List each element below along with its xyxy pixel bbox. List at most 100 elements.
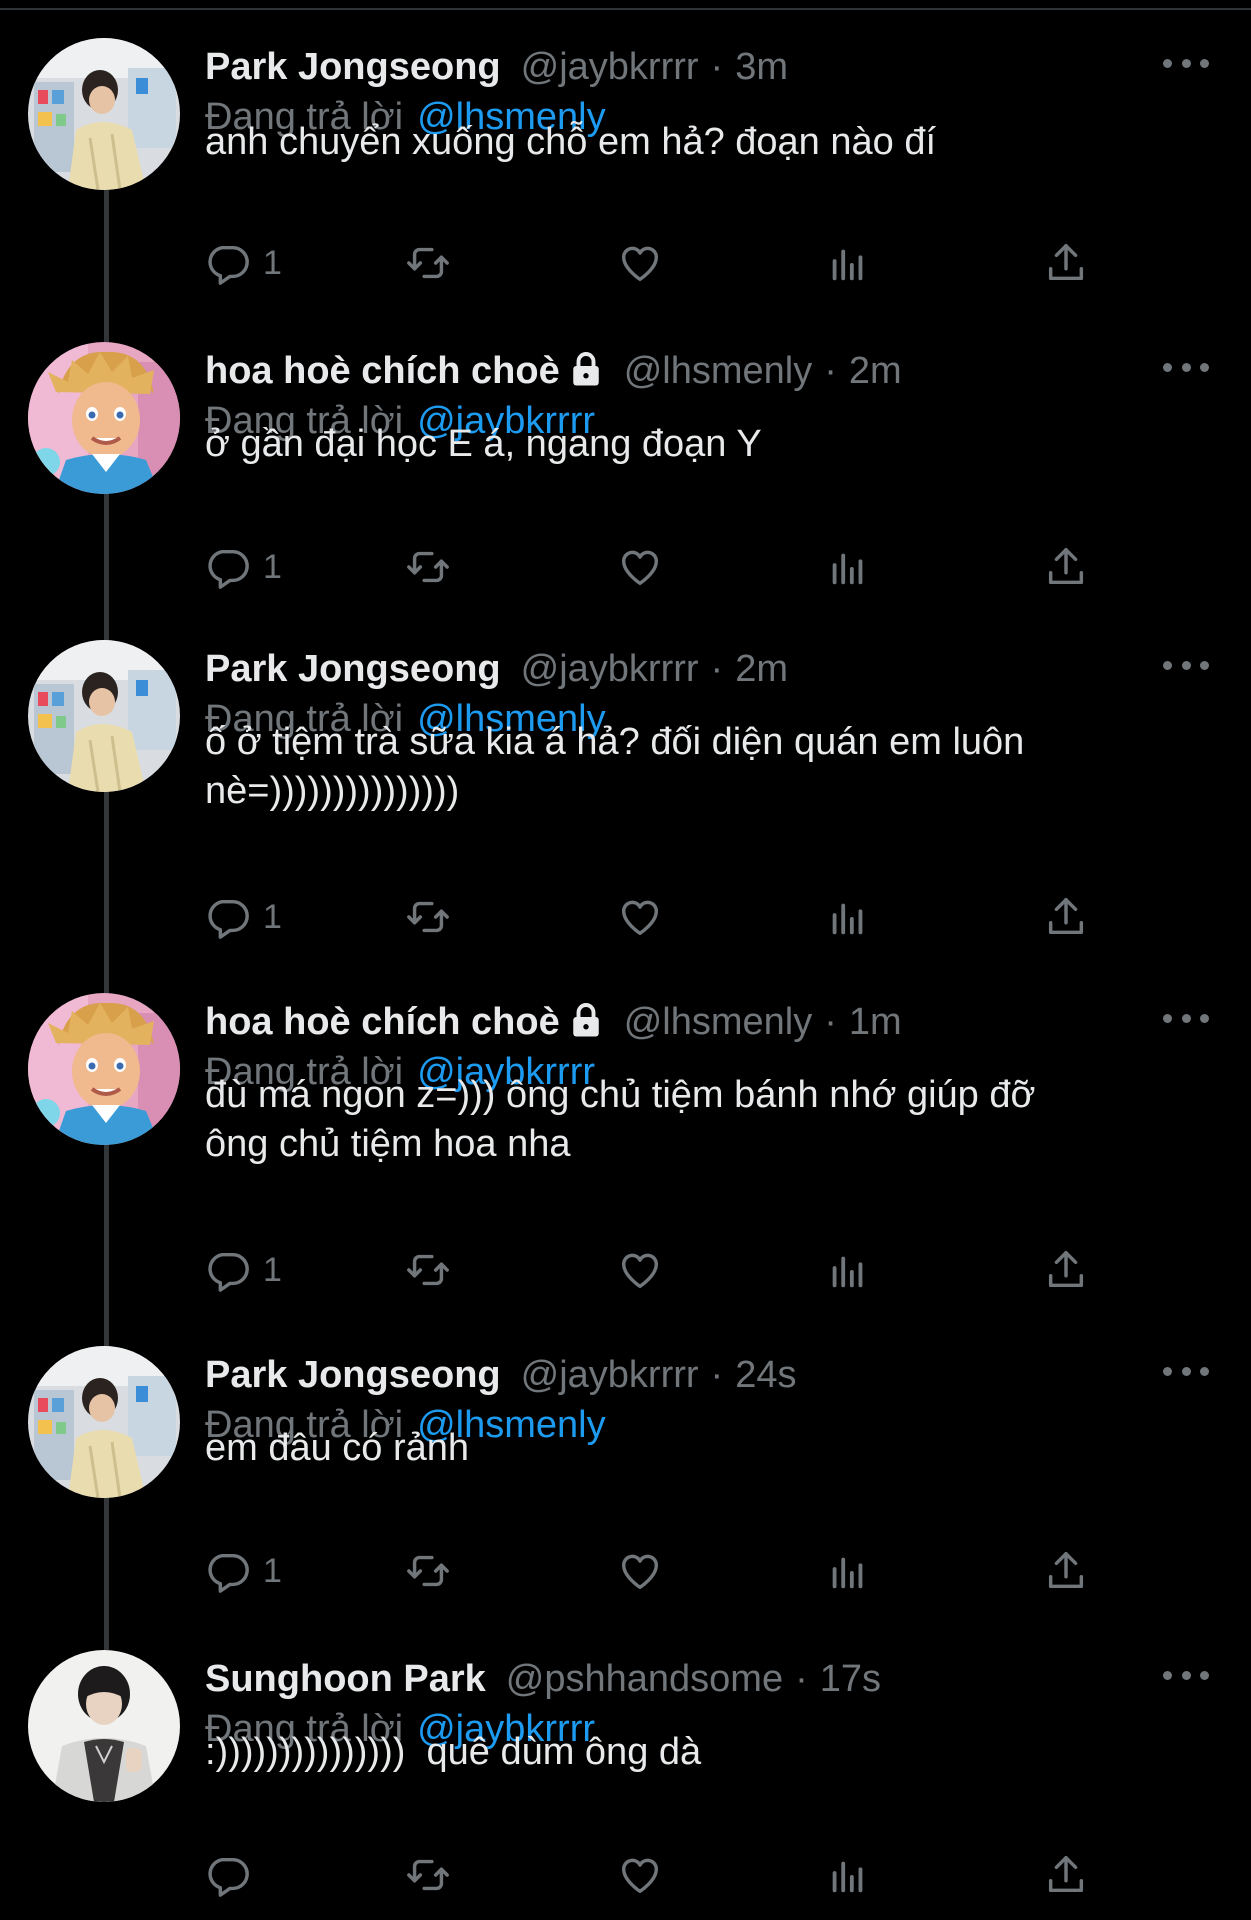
- views-icon: [825, 544, 871, 590]
- tweet-text-line: ố ở tiệm trà sữa kia á hả? đối diện quán…: [205, 721, 1025, 763]
- share-button[interactable]: [1043, 1243, 1089, 1297]
- like-button[interactable]: [617, 1848, 663, 1902]
- like-icon: [617, 1548, 663, 1594]
- separator-dot: ·: [710, 648, 724, 690]
- reply-button[interactable]: 1: [205, 236, 282, 290]
- like-icon: [617, 240, 663, 286]
- timestamp[interactable]: 24s: [735, 1350, 796, 1400]
- tweet-text: anh chuyển xuống chỗ em hả? đoạn nào đí: [205, 118, 1185, 167]
- user-handle[interactable]: @lhsmenly: [624, 346, 813, 396]
- reply-icon: [205, 1247, 251, 1293]
- tweet-header: hoa hoè chích choè @lhsmenly · 2m: [205, 346, 902, 396]
- tweet-text-line: đù má ngon z=))) ông chủ tiệm bánh nhớ g…: [205, 1074, 1036, 1116]
- timestamp[interactable]: 17s: [820, 1654, 881, 1704]
- like-button[interactable]: [617, 1544, 663, 1598]
- tweet-text-line: ông chủ tiệm hoa nha: [205, 1123, 571, 1165]
- tweet-text-line: anh chuyển xuống chỗ em hả? đoạn nào đí: [205, 121, 937, 163]
- like-button[interactable]: [617, 236, 663, 290]
- separator-dot: ·: [710, 1354, 724, 1396]
- share-icon: [1043, 1247, 1089, 1293]
- retweet-button[interactable]: [405, 890, 451, 944]
- views-button[interactable]: [825, 890, 871, 944]
- reply-button[interactable]: 1: [205, 540, 282, 594]
- avatar[interactable]: [28, 1650, 180, 1802]
- timestamp[interactable]: 2m: [849, 346, 902, 396]
- separator-dot: ·: [824, 350, 837, 392]
- more-options-icon[interactable]: [1163, 352, 1209, 382]
- display-name[interactable]: Park Jongseong: [205, 644, 501, 694]
- tweet-header: Park Jongseong @jaybkrrrr · 3m: [205, 42, 788, 92]
- retweet-button[interactable]: [405, 1544, 451, 1598]
- share-button[interactable]: [1043, 890, 1089, 944]
- avatar[interactable]: [28, 342, 180, 494]
- share-button[interactable]: [1043, 1544, 1089, 1598]
- reply-button[interactable]: 1: [205, 1243, 282, 1297]
- share-icon: [1043, 1548, 1089, 1594]
- reply-button[interactable]: 1: [205, 890, 282, 944]
- views-icon: [825, 1247, 871, 1293]
- user-handle[interactable]: @pshhandsome: [506, 1654, 783, 1704]
- tweet-text-line: ở gần đại học E á, ngang đoạn Y: [205, 423, 762, 465]
- tweet-text: đù má ngon z=))) ông chủ tiệm bánh nhớ g…: [205, 1071, 1185, 1169]
- reply-button[interactable]: [205, 1848, 263, 1902]
- reply-icon: [205, 1548, 251, 1594]
- more-options-icon[interactable]: [1163, 650, 1209, 680]
- views-icon: [825, 240, 871, 286]
- action-bar: [205, 1848, 1105, 1902]
- avatar[interactable]: [28, 38, 180, 190]
- user-handle[interactable]: @jaybkrrrr: [521, 1350, 699, 1400]
- user-handle[interactable]: @jaybkrrrr: [521, 42, 699, 92]
- timestamp[interactable]: 3m: [735, 42, 788, 92]
- more-options-icon[interactable]: [1163, 1356, 1209, 1386]
- reply-count: 1: [263, 547, 282, 586]
- retweet-button[interactable]: [405, 1243, 451, 1297]
- like-icon: [617, 894, 663, 940]
- retweet-icon: [405, 1852, 451, 1898]
- action-bar: 1: [205, 540, 1105, 594]
- timestamp[interactable]: 1m: [849, 997, 902, 1047]
- top-divider: [0, 0, 1251, 10]
- retweet-button[interactable]: [405, 236, 451, 290]
- display-name[interactable]: hoa hoè chích choè: [205, 346, 560, 396]
- tweet-header: hoa hoè chích choè @lhsmenly · 1m: [205, 997, 902, 1047]
- tweet-text-line: :))))))))))))))) quê dùm ông dà: [205, 1731, 702, 1773]
- like-button[interactable]: [617, 890, 663, 944]
- views-button[interactable]: [825, 1848, 871, 1902]
- user-handle[interactable]: @jaybkrrrr: [521, 644, 699, 694]
- like-button[interactable]: [617, 1243, 663, 1297]
- views-button[interactable]: [825, 236, 871, 290]
- views-button[interactable]: [825, 1243, 871, 1297]
- more-options-icon[interactable]: [1163, 1660, 1209, 1690]
- tweet-text-line: em đâu có rảnh: [205, 1427, 470, 1469]
- display-name[interactable]: hoa hoè chích choè: [205, 997, 560, 1047]
- reply-button[interactable]: 1: [205, 1544, 282, 1598]
- avatar[interactable]: [28, 640, 180, 792]
- like-button[interactable]: [617, 540, 663, 594]
- avatar[interactable]: [28, 993, 180, 1145]
- action-bar: 1: [205, 236, 1105, 290]
- share-icon: [1043, 894, 1089, 940]
- action-bar: 1: [205, 1243, 1105, 1297]
- display-name[interactable]: Sunghoon Park: [205, 1654, 486, 1704]
- display-name[interactable]: Park Jongseong: [205, 42, 501, 92]
- timestamp[interactable]: 2m: [735, 644, 788, 694]
- share-icon: [1043, 240, 1089, 286]
- views-button[interactable]: [825, 1544, 871, 1598]
- avatar[interactable]: [28, 1346, 180, 1498]
- views-button[interactable]: [825, 540, 871, 594]
- retweet-button[interactable]: [405, 540, 451, 594]
- more-options-icon[interactable]: [1163, 48, 1209, 78]
- retweet-icon: [405, 894, 451, 940]
- share-button[interactable]: [1043, 1848, 1089, 1902]
- retweet-button[interactable]: [405, 1848, 451, 1902]
- share-icon: [1043, 1852, 1089, 1898]
- retweet-icon: [405, 1548, 451, 1594]
- share-button[interactable]: [1043, 540, 1089, 594]
- separator-dot: ·: [795, 1658, 808, 1700]
- display-name[interactable]: Park Jongseong: [205, 1350, 501, 1400]
- share-button[interactable]: [1043, 236, 1089, 290]
- more-options-icon[interactable]: [1163, 1003, 1209, 1033]
- user-handle[interactable]: @lhsmenly: [624, 997, 813, 1047]
- views-icon: [825, 894, 871, 940]
- share-icon: [1043, 544, 1089, 590]
